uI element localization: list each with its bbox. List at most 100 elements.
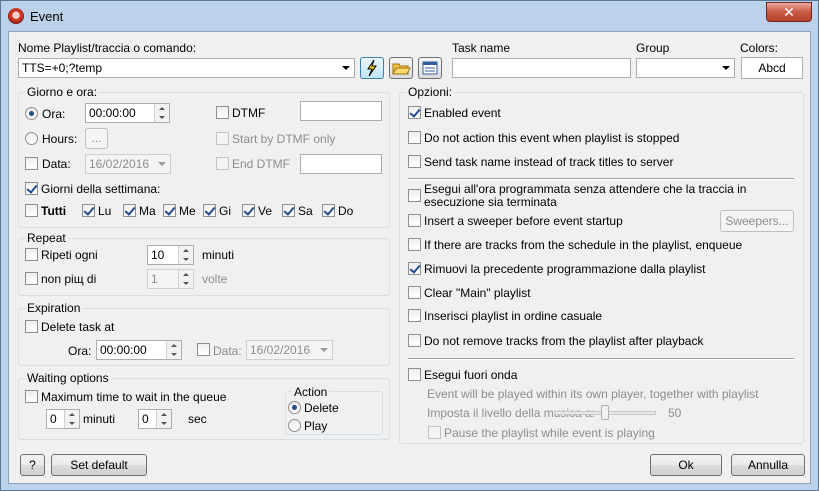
max-times-unit-label: volte: [202, 272, 228, 286]
dtmf-input[interactable]: [300, 101, 382, 121]
title-bar[interactable]: Event ✕: [1, 1, 818, 31]
no-action-stopped-checkbox[interactable]: [408, 131, 421, 144]
chevron-down-icon: [320, 348, 328, 352]
cancel-button[interactable]: Annulla: [731, 454, 805, 476]
action-delete-radio[interactable]: [288, 401, 301, 414]
command-value: TTS=+0;?temp: [22, 61, 103, 75]
max-times-checkbox[interactable]: [25, 272, 38, 285]
day-checkbox-lu[interactable]: [82, 204, 95, 217]
weekdays-label: Giorni della settimana:: [41, 182, 161, 196]
wait-minutes-value: 0: [50, 412, 57, 426]
ora-input[interactable]: 00:00:00: [85, 103, 170, 123]
dtmf-label: DTMF: [232, 106, 266, 120]
send-task-name-checkbox[interactable]: [408, 155, 421, 168]
off-air-note: Event will be played within its own play…: [427, 387, 759, 401]
wait-minutes-input[interactable]: 0: [46, 409, 80, 429]
end-dtmf-label: End DTMF: [232, 157, 291, 171]
max-wait-label: Maximum time to wait in the queue: [41, 390, 227, 404]
colors-label: Colors:: [740, 41, 779, 55]
random-order-label: Inserisci playlist in ordine casuale: [424, 309, 603, 323]
all-days-checkbox[interactable]: [25, 204, 38, 217]
command-combo[interactable]: TTS=+0;?temp: [18, 58, 355, 78]
ok-button[interactable]: Ok: [650, 454, 722, 476]
repeat-every-input[interactable]: 10: [147, 245, 194, 265]
max-times-input[interactable]: 1: [147, 269, 194, 289]
max-times-spinner[interactable]: [178, 270, 193, 288]
ora-spinner[interactable]: [154, 104, 169, 122]
sweepers-button[interactable]: Sweepers...: [720, 210, 794, 232]
day-checkbox-ma[interactable]: [123, 204, 136, 217]
day-checkbox-gi[interactable]: [203, 204, 216, 217]
keep-tracks-label: Do not remove tracks from the playlist a…: [424, 334, 704, 348]
ora-value: 00:00:00: [89, 106, 136, 120]
delete-task-checkbox[interactable]: [25, 320, 38, 333]
weekdays-checkbox[interactable]: [25, 182, 38, 195]
insert-sweeper-checkbox[interactable]: [408, 214, 421, 227]
enqueue-if-tracks-label: If there are tracks from the schedule in…: [424, 238, 743, 252]
enabled-event-checkbox[interactable]: [408, 106, 421, 119]
help-button[interactable]: ?: [20, 454, 45, 476]
random-order-checkbox[interactable]: [408, 309, 421, 322]
max-wait-checkbox[interactable]: [25, 390, 38, 403]
keep-tracks-checkbox[interactable]: [408, 334, 421, 347]
day-label-ma: Ma: [139, 204, 156, 218]
data-label: Data:: [42, 157, 71, 171]
ora-radio[interactable]: [25, 107, 38, 120]
group-combo[interactable]: [636, 58, 735, 78]
day-label-me: Me: [179, 204, 196, 218]
expiration-data-checkbox[interactable]: [197, 343, 210, 356]
action-play-radio[interactable]: [288, 419, 301, 432]
repeat-every-spinner[interactable]: [178, 246, 193, 264]
day-checkbox-sa[interactable]: [282, 204, 295, 217]
remove-previous-checkbox[interactable]: [408, 262, 421, 275]
dtmf-checkbox[interactable]: [216, 106, 229, 119]
hours-button[interactable]: ...: [85, 128, 108, 149]
day-label-sa: Sa: [298, 204, 313, 218]
remove-previous-label: Rimuovi la precedente programmazione dal…: [424, 262, 706, 276]
max-times-label: non piщ di: [41, 272, 97, 286]
day-checkbox-me[interactable]: [163, 204, 176, 217]
expiration-ora-input[interactable]: 00:00:00: [96, 340, 182, 360]
close-button[interactable]: ✕: [766, 2, 812, 22]
start-dtmf-checkbox[interactable]: [216, 132, 229, 145]
chevron-down-icon: [342, 66, 350, 70]
day-checkbox-ve[interactable]: [242, 204, 255, 217]
task-name-input[interactable]: [452, 58, 631, 78]
max-times-value: 1: [151, 272, 158, 286]
wait-seconds-input[interactable]: 0: [138, 409, 172, 429]
day-label-do: Do: [338, 204, 354, 218]
enqueue-if-tracks-checkbox[interactable]: [408, 238, 421, 251]
data-date-picker[interactable]: 16/02/2016: [85, 154, 171, 174]
pause-playlist-checkbox[interactable]: [428, 426, 441, 439]
off-air-checkbox[interactable]: [408, 368, 421, 381]
end-dtmf-input[interactable]: [300, 154, 382, 174]
day-checkbox-do[interactable]: [322, 204, 335, 217]
expiration-ora-label: Ora:: [68, 344, 92, 358]
wait-minutes-spinner[interactable]: [64, 410, 79, 428]
clear-main-checkbox[interactable]: [408, 286, 421, 299]
event-window: Event ✕ Nome Playlist/traccia o comando:…: [0, 0, 819, 491]
action-play-label: Play: [304, 419, 328, 433]
repeat-every-label: Ripeti ogni: [41, 248, 98, 262]
folder-icon: [392, 63, 411, 75]
repeat-every-checkbox[interactable]: [25, 248, 38, 261]
expiration-date-picker[interactable]: 16/02/2016: [246, 340, 333, 360]
end-dtmf-checkbox[interactable]: [216, 157, 229, 170]
pause-playlist-label: Pause the playlist while event is playin…: [444, 426, 655, 440]
lightning-icon: [367, 59, 377, 77]
playlist-button[interactable]: [418, 57, 442, 79]
lightning-button[interactable]: [360, 57, 384, 79]
set-default-button[interactable]: Set default: [51, 454, 147, 476]
wait-seconds-spinner[interactable]: [156, 410, 171, 428]
hours-radio[interactable]: [25, 132, 38, 145]
expiration-ora-spinner[interactable]: [166, 341, 181, 359]
exact-time-checkbox[interactable]: [408, 189, 421, 202]
open-folder-button[interactable]: [389, 57, 413, 79]
colors-swatch[interactable]: Abcd: [741, 57, 803, 79]
start-dtmf-label: Start by DTMF only: [232, 132, 336, 146]
clear-main-label: Clear "Main" playlist: [424, 286, 531, 300]
no-action-stopped-label: Do not action this event when playlist i…: [424, 131, 680, 145]
data-checkbox[interactable]: [25, 157, 38, 170]
exact-time-label: Esegui all'ora programmata senza attende…: [424, 182, 747, 209]
volume-slider-thumb[interactable]: [601, 405, 609, 420]
